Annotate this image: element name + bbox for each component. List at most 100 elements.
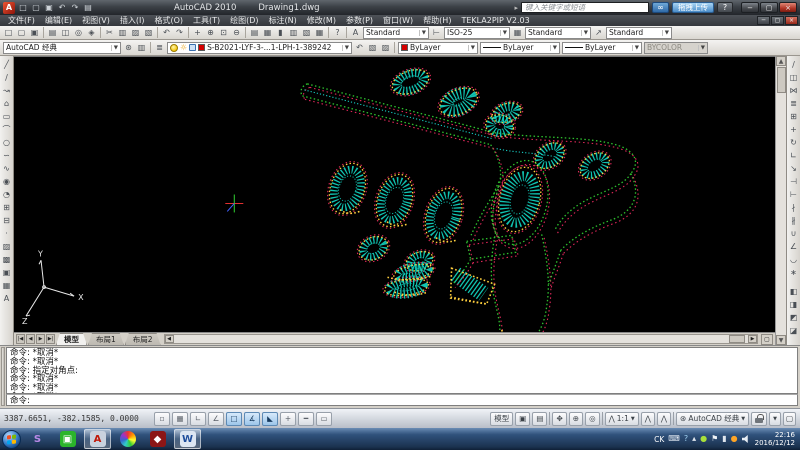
- draw-hatch-button[interactable]: ▨: [0, 240, 13, 253]
- draw-insert-block-button[interactable]: ⊞: [0, 201, 13, 214]
- pan-button[interactable]: ✥: [552, 412, 566, 426]
- coordinate-readout[interactable]: 3387.6651, -382.1585, 0.0000: [4, 414, 152, 423]
- modify-array-button[interactable]: ⊞: [787, 110, 800, 123]
- layer-on-bulb-icon[interactable]: [170, 44, 178, 52]
- tray-keyboard-icon[interactable]: ⌨: [668, 435, 680, 443]
- autocad-logo-icon[interactable]: A: [3, 2, 15, 14]
- tab-layout1[interactable]: 布局1: [88, 333, 124, 345]
- status-toggle-lwt[interactable]: ━: [298, 412, 314, 426]
- toolbar-sheetset-manager-button[interactable]: ▥: [287, 27, 300, 39]
- toolbar-zoom-previous-button[interactable]: ⊖: [230, 27, 243, 39]
- command-history[interactable]: 命令: *取消* 命令: *取消* 命令: 指定对角点: 命令: *取消* 命令…: [6, 347, 798, 394]
- scroll-down-icon[interactable]: ▼: [776, 335, 786, 345]
- draw-make-block-button[interactable]: ⊟: [0, 214, 13, 227]
- text-style-select[interactable]: Standard▼: [363, 27, 429, 39]
- layer-unlock-icon[interactable]: [189, 44, 196, 51]
- menu-tools[interactable]: 工具(T): [188, 15, 225, 26]
- modify-erase-button[interactable]: ∕: [787, 58, 800, 71]
- toolbar-new-button[interactable]: □: [2, 27, 15, 39]
- quick-view-layouts-button[interactable]: ▣: [515, 412, 530, 426]
- modify-fillet-button[interactable]: ◡: [787, 253, 800, 266]
- scroll-up-icon[interactable]: ▲: [776, 56, 786, 66]
- taskbar-word-button[interactable]: W: [174, 429, 201, 449]
- command-window-grip[interactable]: [1, 347, 5, 406]
- toolbar-markup-button[interactable]: ▧: [300, 27, 313, 39]
- tray-help-circle-icon[interactable]: ?: [684, 435, 688, 443]
- modify-mirror-button[interactable]: ⋈: [787, 84, 800, 97]
- draw-gradient-button[interactable]: ▩: [0, 253, 13, 266]
- menu-tekla-plugin[interactable]: TEKLA2PIP V2.03: [456, 16, 534, 25]
- modify-extend-button[interactable]: ⊢: [787, 188, 800, 201]
- menu-help[interactable]: 帮助(H): [418, 15, 456, 26]
- taskbar-app-red-button[interactable]: ◆: [144, 429, 171, 449]
- modify-join-button[interactable]: ∪: [787, 227, 800, 240]
- modify-rotate-button[interactable]: ↻: [787, 136, 800, 149]
- order-bring-to-front-button[interactable]: ◧: [787, 285, 800, 298]
- toolbar-designcenter-button[interactable]: ▦: [261, 27, 274, 39]
- menu-edit[interactable]: 编辑(E): [40, 15, 77, 26]
- tab-layout2[interactable]: 布局2: [125, 333, 161, 345]
- toolbar-paste-button[interactable]: ▨: [129, 27, 142, 39]
- annotation-scale-button[interactable]: ⋀1:1▼: [605, 412, 639, 426]
- doc-restore-button[interactable]: ▢: [771, 16, 784, 25]
- draw-rectangle-button[interactable]: ▭: [0, 110, 13, 123]
- draw-line-button[interactable]: ╱: [0, 58, 13, 71]
- mleader-style-select[interactable]: Standard▼: [606, 27, 672, 39]
- table-style-icon[interactable]: ▦: [511, 27, 524, 39]
- zoom-button[interactable]: ⊕: [569, 412, 583, 426]
- tab-prev-button[interactable]: ◀: [26, 334, 35, 344]
- layer-unisolate-button[interactable]: ▨: [379, 42, 392, 54]
- toolbar-plot-button[interactable]: ▤: [46, 27, 59, 39]
- modify-chamfer-button[interactable]: ∠: [787, 240, 800, 253]
- menu-modify[interactable]: 修改(M): [302, 15, 341, 26]
- workspace-settings-gear-icon[interactable]: ⊛: [122, 42, 135, 54]
- menu-draw[interactable]: 绘图(D): [225, 15, 263, 26]
- modify-explode-button[interactable]: ∗: [787, 266, 800, 279]
- color-select[interactable]: ByLayer▼: [398, 42, 478, 54]
- menu-parametric[interactable]: 参数(P): [341, 15, 378, 26]
- close-button[interactable]: ×: [779, 2, 797, 13]
- toolbar-match-properties-button[interactable]: ▧: [142, 27, 155, 39]
- dim-style-icon[interactable]: ⊢: [430, 27, 443, 39]
- tab-model[interactable]: 模型: [56, 333, 87, 345]
- modify-scale-button[interactable]: ∟: [787, 149, 800, 162]
- horizontal-scrollbar[interactable]: ◀ ▶: [164, 334, 758, 344]
- tray-alert-dot-icon[interactable]: ●: [731, 435, 738, 443]
- draw-multiline-text-button[interactable]: A: [0, 292, 13, 305]
- layer-previous-button[interactable]: ↶: [353, 42, 366, 54]
- quick-view-drawings-button[interactable]: ▤: [532, 412, 547, 426]
- toolbar-undo-button[interactable]: ↶: [160, 27, 173, 39]
- draw-construction-line-button[interactable]: ∕: [0, 71, 13, 84]
- layer-isolate-button[interactable]: ▧: [366, 42, 379, 54]
- draw-ellipse-button[interactable]: ◉: [0, 175, 13, 188]
- order-send-to-back-button[interactable]: ◨: [787, 298, 800, 311]
- doc-close-button[interactable]: ×: [785, 16, 798, 25]
- dim-style-select[interactable]: ISO-25▼: [444, 27, 510, 39]
- qat-open-button[interactable]: ▢: [30, 2, 42, 14]
- doc-minimize-button[interactable]: ─: [757, 16, 770, 25]
- modify-break-at-point-button[interactable]: ∤: [787, 201, 800, 214]
- toolbar-save-button[interactable]: ▣: [28, 27, 41, 39]
- qat-redo-button[interactable]: ↷: [69, 2, 81, 14]
- workspace-select[interactable]: AutoCAD 经典▼: [3, 42, 121, 54]
- command-input[interactable]: 命令:: [6, 394, 798, 406]
- draw-ellipse-arc-button[interactable]: ◔: [0, 188, 13, 201]
- modify-stretch-button[interactable]: ↘: [787, 162, 800, 175]
- tray-action-flag-icon[interactable]: ⚑: [711, 435, 718, 443]
- toolbar-redo-button[interactable]: ↷: [173, 27, 186, 39]
- taskbar-app-s-button[interactable]: S: [24, 429, 51, 449]
- tab-next-button[interactable]: ▶: [36, 334, 45, 344]
- tray-battery-icon[interactable]: ▮: [722, 435, 726, 443]
- taskbar-autocad-button[interactable]: A: [84, 429, 111, 449]
- draw-polyline-button[interactable]: ↝: [0, 84, 13, 97]
- toolbar-properties-button[interactable]: ▤: [248, 27, 261, 39]
- table-style-select[interactable]: Standard▼: [525, 27, 591, 39]
- minimize-button[interactable]: −: [741, 2, 759, 13]
- draw-circle-button[interactable]: ○: [0, 136, 13, 149]
- modify-break-button[interactable]: ∦: [787, 214, 800, 227]
- draw-spline-button[interactable]: ∿: [0, 162, 13, 175]
- toolbar-quickcalc-button[interactable]: ▦: [313, 27, 326, 39]
- restore-button[interactable]: ▢: [760, 2, 778, 13]
- help-button[interactable]: ?: [717, 2, 733, 13]
- qat-undo-button[interactable]: ↶: [56, 2, 68, 14]
